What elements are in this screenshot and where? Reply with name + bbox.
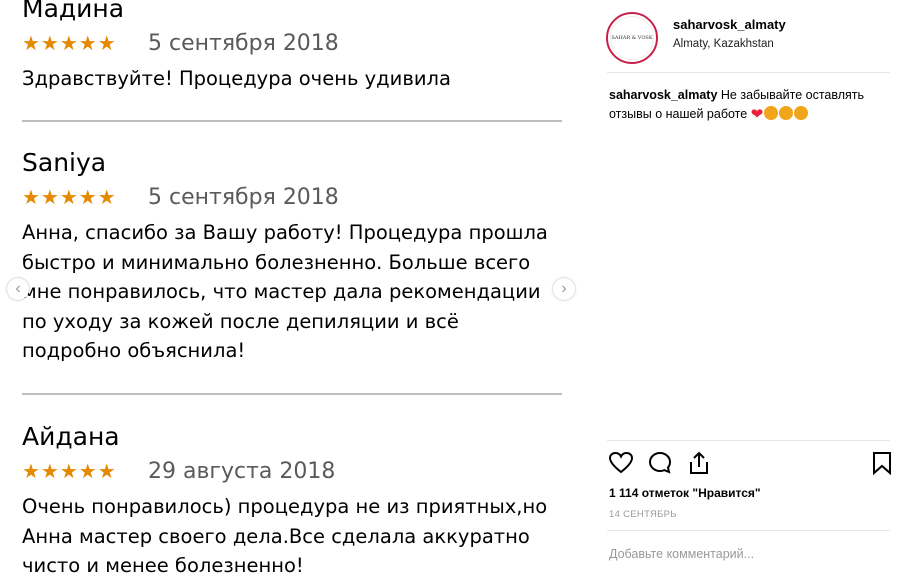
post-location[interactable]: Almaty, Kazakhstan (673, 38, 774, 50)
carousel-prev-button[interactable]: ‹ (7, 278, 29, 300)
share-icon[interactable] (686, 450, 712, 476)
reviewer-name: Saniya (22, 148, 107, 177)
avatar-logo: SAHAR & VOSK (610, 16, 654, 60)
post-caption: saharvosk_almaty Не забывайте оставлять … (609, 86, 889, 124)
avatar[interactable]: SAHAR & VOSK (606, 12, 658, 64)
review-1: Мадина ★★★★★ 5 сентября 2018 Здравствуйт… (22, 0, 562, 94)
review-meta: ★★★★★ 5 сентября 2018 (22, 182, 562, 212)
reviewer-name: Мадина (22, 0, 125, 23)
review-text-line: по уходу за кожей после депиляции и всё (22, 309, 459, 333)
review-3: Айдана ★★★★★ 29 августа 2018 Очень понра… (22, 422, 562, 580)
heart-eyes-emoji-icon (779, 106, 794, 120)
divider (22, 120, 562, 122)
review-text-line: быстро и минимально болезненно. Больше в… (22, 250, 531, 274)
likes-count[interactable]: 1 114 отметок "Нравится" (609, 486, 761, 500)
rating-stars: ★★★★★ (22, 186, 117, 209)
review-text-line: чисто и менее болезненно! (22, 554, 304, 577)
chevron-right-icon: › (561, 280, 567, 297)
reviewer-name: Айдана (22, 422, 120, 451)
review-text-line: Очень понравилось) процедура не из прият… (22, 495, 548, 518)
divider (22, 393, 562, 395)
chevron-left-icon: ‹ (15, 280, 21, 297)
review-date: 29 августа 2018 (148, 458, 336, 484)
carousel-next-button[interactable]: › (553, 278, 575, 300)
divider (607, 72, 890, 73)
post-date: 14 СЕНТЯБРЬ (609, 509, 677, 520)
review-2: Saniya ★★★★★ 5 сентября 2018 Анна, спаси… (22, 148, 562, 366)
review-text-line: Анна, спасибо за Вашу работу! Процедура … (22, 221, 548, 244)
comment-icon[interactable] (647, 450, 673, 476)
divider (607, 440, 890, 441)
review-meta: ★★★★★ 29 августа 2018 (22, 456, 562, 486)
rating-stars: ★★★★★ (22, 32, 117, 55)
post-username[interactable]: saharvosk_almaty (673, 17, 786, 32)
review-text: Очень понравилось) процедура не из прият… (22, 492, 562, 580)
heart-emoji-icon: ❤ (750, 106, 764, 123)
bookmark-icon[interactable] (869, 450, 895, 476)
heart-eyes-emoji-icon (764, 106, 779, 120)
heart-eyes-emoji-icon (794, 106, 809, 120)
rating-stars: ★★★★★ (22, 460, 117, 483)
post-panel: SAHAR & VOSK saharvosk_almaty Almaty, Ka… (585, 0, 910, 580)
review-text-line: подробно объяснила! (22, 339, 246, 362)
review-date: 5 сентября 2018 (148, 184, 339, 210)
heart-icon[interactable] (608, 450, 634, 476)
comment-input[interactable]: Добавьте комментарий... (609, 547, 754, 561)
review-date: 5 сентября 2018 (148, 30, 339, 56)
review-text-line: мне понравилось, что мастер дала рекомен… (22, 280, 541, 303)
divider (607, 530, 890, 531)
review-meta: ★★★★★ 5 сентября 2018 (22, 28, 562, 58)
reviews-image: Мадина ★★★★★ 5 сентября 2018 Здравствуйт… (0, 0, 585, 580)
review-text-line: Анна мастер своего дела.Все сделала акку… (22, 524, 530, 548)
review-text: Анна, спасибо за Вашу работу! Процедура … (22, 218, 562, 366)
caption-username[interactable]: saharvosk_almaty (609, 88, 717, 102)
review-text: Здравствуйте! Процедура очень удивила (22, 67, 451, 90)
